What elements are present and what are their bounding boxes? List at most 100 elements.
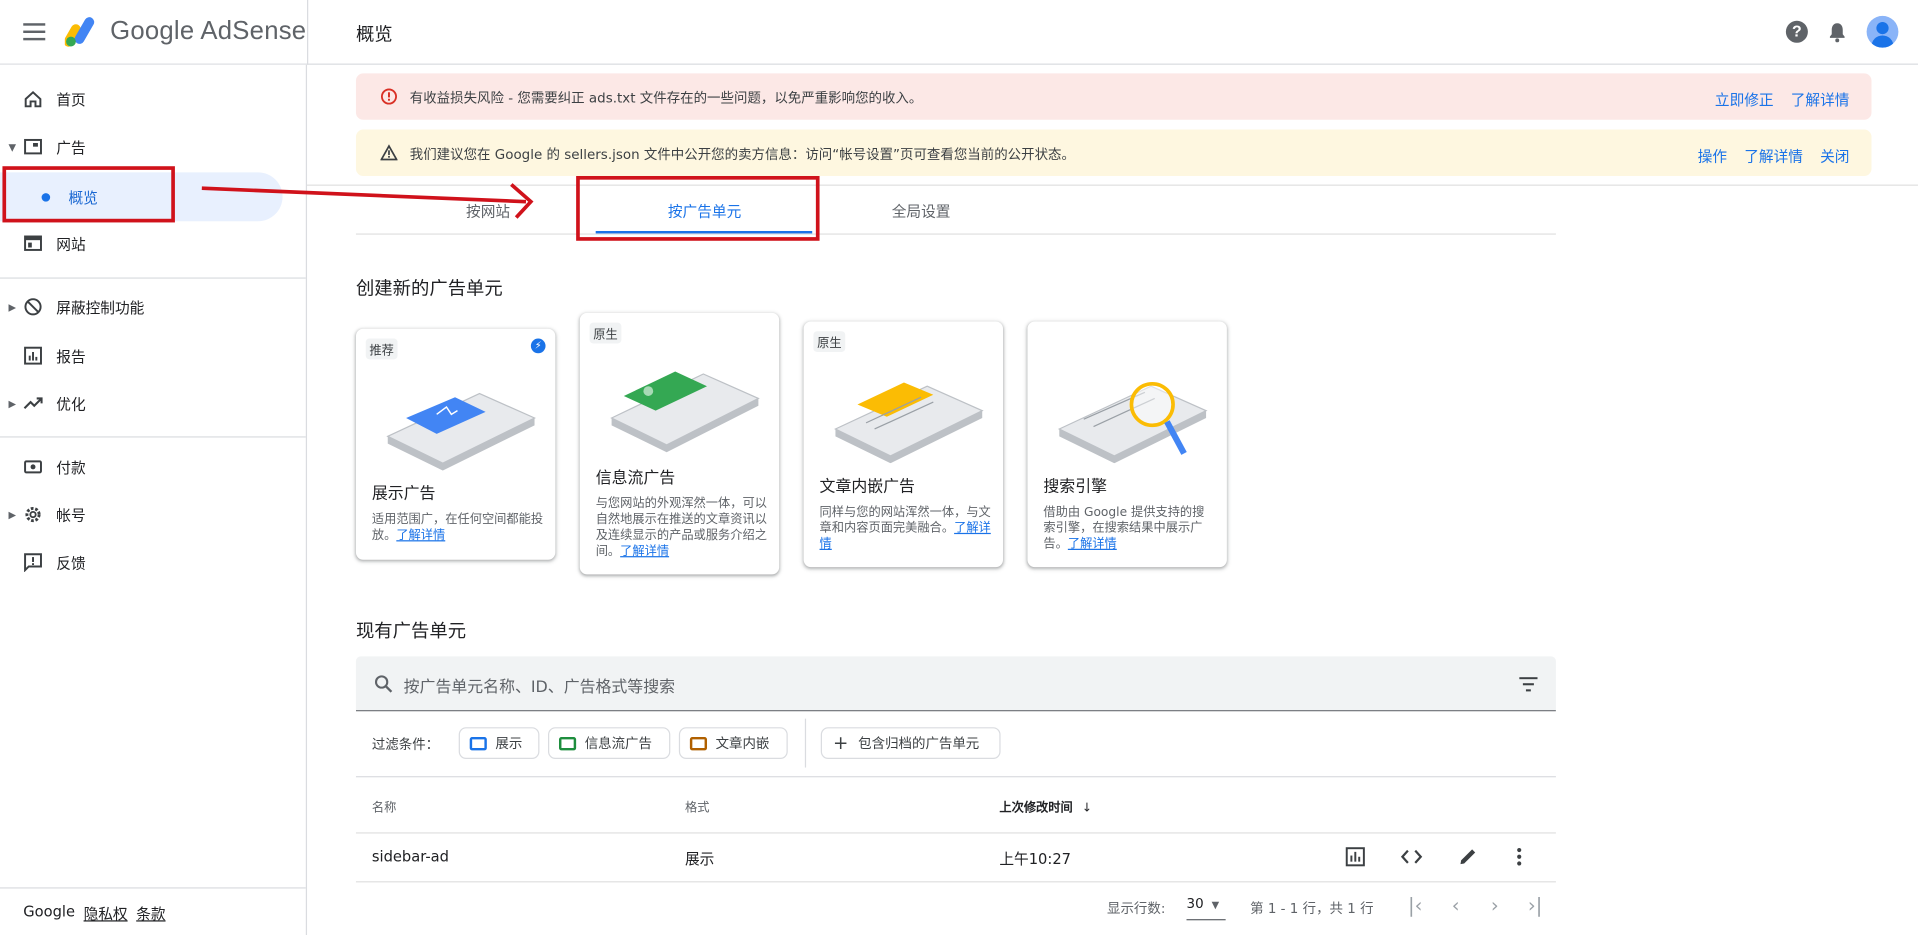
chip-include-archived[interactable]: + 包含归档的广告单元: [820, 727, 1001, 759]
bolt-icon: ⚡: [530, 338, 546, 354]
search-engine-illustration: [1057, 381, 1208, 464]
chip-divider: [804, 718, 807, 768]
filter-icon[interactable]: [1519, 677, 1538, 692]
table-header-divider: [355, 832, 1556, 834]
in-feed-format-icon: [559, 736, 577, 750]
sidebar-item-optimize[interactable]: ▶ 优化: [0, 379, 306, 428]
account-avatar[interactable]: [1866, 15, 1899, 48]
display-format-icon: [469, 736, 487, 750]
banner-message: 有收益损失风险 - 您需要纠正 ads.txt 文件存在的一些问题，以免严重影响…: [409, 90, 923, 107]
card-title: 文章内嵌广告: [819, 477, 915, 497]
search-engine-card[interactable]: 搜索引擎 借助由 Google 提供支持的搜索引擎，在搜索结果中展示广告。了解详…: [1027, 321, 1227, 568]
previous-page-icon[interactable]: ‹: [1445, 893, 1467, 917]
create-section-title: 创建新的广告单元: [355, 277, 503, 300]
action-button[interactable]: 操作: [1698, 145, 1727, 166]
tab-global-settings[interactable]: 全局设置: [892, 200, 951, 221]
annotation-box-overview: [2, 166, 175, 223]
top-bar: Google AdSense 概览 ?: [0, 0, 1918, 65]
expand-caret-icon: ▼: [8, 141, 17, 153]
sidebar-footer: Google 隐私权 条款: [23, 903, 165, 924]
card-title: 搜索引擎: [1043, 477, 1108, 497]
learn-more-link[interactable]: 了解详情: [1068, 538, 1117, 551]
fix-now-button[interactable]: 立即修正: [1715, 89, 1774, 110]
report-chart-icon[interactable]: [1344, 846, 1366, 868]
search-input[interactable]: 按广告单元名称、ID、广告格式等搜索: [404, 673, 675, 696]
chip-in-article[interactable]: 文章内嵌: [678, 727, 788, 759]
add-icon: +: [832, 732, 849, 755]
card-tag: 推荐: [365, 338, 398, 360]
sidebar-item-label: 反馈: [56, 554, 86, 572]
pagination-range: 第 1 - 1 行，共 1 行: [1250, 900, 1374, 917]
in-feed-ads-card[interactable]: 原生 信息流广告 与您网站的外观浑然一体，可以自然地展示在推送的文章资讯以及连续…: [579, 312, 780, 575]
sellers-json-warning-banner: 我们建议您在 Google 的 sellers.json 文件中公开您的卖方信息…: [355, 129, 1872, 176]
gear-icon: [25, 506, 41, 523]
card-title: 信息流广告: [595, 469, 676, 488]
expand-caret-icon: ▶: [8, 397, 17, 409]
learn-more-link[interactable]: 了解详情: [1791, 89, 1850, 110]
help-icon[interactable]: ?: [1785, 20, 1808, 43]
trending-up-icon: [23, 397, 43, 409]
sidebar-item-feedback[interactable]: 反馈: [0, 538, 306, 587]
next-page-icon[interactable]: ›: [1484, 893, 1506, 917]
sidebar-item-label: 帐号: [56, 506, 86, 524]
home-icon: [24, 90, 42, 108]
expand-caret-icon: ▶: [8, 301, 17, 313]
card-description: 适用范围广，在任何空间都能投放。了解详情: [371, 513, 544, 543]
notifications-bell-icon[interactable]: [1825, 20, 1849, 44]
expand-caret-icon: ▶: [8, 509, 17, 521]
card-description: 借助由 Google 提供支持的搜索引擎，在搜索结果中展示广告。了解详情: [1043, 505, 1205, 552]
dropdown-arrow-icon: ▼: [1211, 899, 1220, 911]
close-button[interactable]: 关闭: [1820, 145, 1849, 166]
adsense-logo[interactable]: [64, 16, 102, 48]
privacy-link[interactable]: 隐私权: [84, 903, 128, 924]
product-name: Google AdSense: [110, 17, 307, 46]
first-page-icon[interactable]: |‹: [1404, 893, 1426, 917]
card-tag: 原生: [813, 331, 846, 352]
sidebar-item-label: 优化: [56, 395, 86, 413]
ad-unit-format: 展示: [684, 850, 715, 868]
sidebar-item-payments[interactable]: 付款: [0, 442, 306, 491]
sidebar-item-account[interactable]: ▶ 帐号: [0, 490, 306, 539]
display-ads-card[interactable]: 推荐 ⚡ 展示广告 适用范围广，在任何空间都能投放。了解详情: [355, 328, 556, 560]
sidebar-item-home[interactable]: 首页: [0, 75, 306, 124]
ad-unit-search-bar[interactable]: 按广告单元名称、ID、广告格式等搜索: [355, 656, 1556, 712]
table-top-divider: [355, 776, 1556, 778]
terms-link[interactable]: 条款: [136, 903, 165, 924]
column-header-name[interactable]: 名称: [372, 797, 396, 815]
learn-more-link[interactable]: 了解详情: [620, 545, 669, 558]
learn-more-link[interactable]: 了解详情: [1744, 145, 1803, 166]
ads-txt-error-banner: 有收益损失风险 - 您需要纠正 ads.txt 文件存在的一些问题，以免严重影响…: [355, 73, 1872, 120]
card-description: 同样与您的网站浑然一体，与文章和内容页面完美融合。了解详情: [819, 505, 991, 552]
last-page-icon[interactable]: ›|: [1524, 893, 1546, 917]
table-row-divider: [355, 881, 1556, 883]
more-vert-icon[interactable]: [1508, 846, 1530, 868]
sites-icon: [24, 235, 42, 251]
sidebar-item-label: 屏蔽控制功能: [56, 298, 145, 316]
sidebar-item-label: 广告: [56, 138, 86, 156]
sidebar-item-reports[interactable]: 报告: [0, 331, 306, 380]
error-icon: [380, 88, 397, 105]
edit-pencil-icon[interactable]: [1457, 846, 1479, 868]
rows-per-page-select[interactable]: 30 ▼: [1186, 896, 1226, 921]
reports-icon: [24, 346, 42, 365]
learn-more-link[interactable]: 了解详情: [396, 529, 445, 542]
warning-icon: [380, 144, 398, 161]
sidebar-item-label: 网站: [56, 235, 86, 253]
in-article-ads-card[interactable]: 原生 文章内嵌广告 同样与您的网站浑然一体，与文章和内容页面完美融合。了解详情: [803, 321, 1004, 568]
main-menu-icon[interactable]: [23, 23, 46, 41]
chip-in-feed[interactable]: 信息流广告: [547, 727, 671, 759]
ad-unit-name[interactable]: sidebar-ad: [372, 848, 449, 865]
feedback-icon: [24, 553, 42, 572]
column-header-last-modified[interactable]: 上次修改时间 ↓: [999, 797, 1092, 815]
sidebar-divider: [0, 436, 306, 438]
column-header-format[interactable]: 格式: [685, 797, 709, 815]
sidebar-item-ads[interactable]: ▼ 广告: [0, 122, 306, 171]
chip-display[interactable]: 展示: [458, 727, 540, 759]
sidebar-divider: [0, 277, 306, 279]
sidebar-divider: [0, 887, 306, 889]
footer-google: Google: [23, 903, 76, 921]
sidebar-item-blocking-controls[interactable]: ▶ 屏蔽控制功能: [0, 282, 306, 331]
sidebar-item-label: 报告: [56, 347, 86, 365]
code-icon[interactable]: [1400, 846, 1423, 868]
banner-message: 我们建议您在 Google 的 sellers.json 文件中公开您的卖方信息…: [409, 146, 1075, 163]
